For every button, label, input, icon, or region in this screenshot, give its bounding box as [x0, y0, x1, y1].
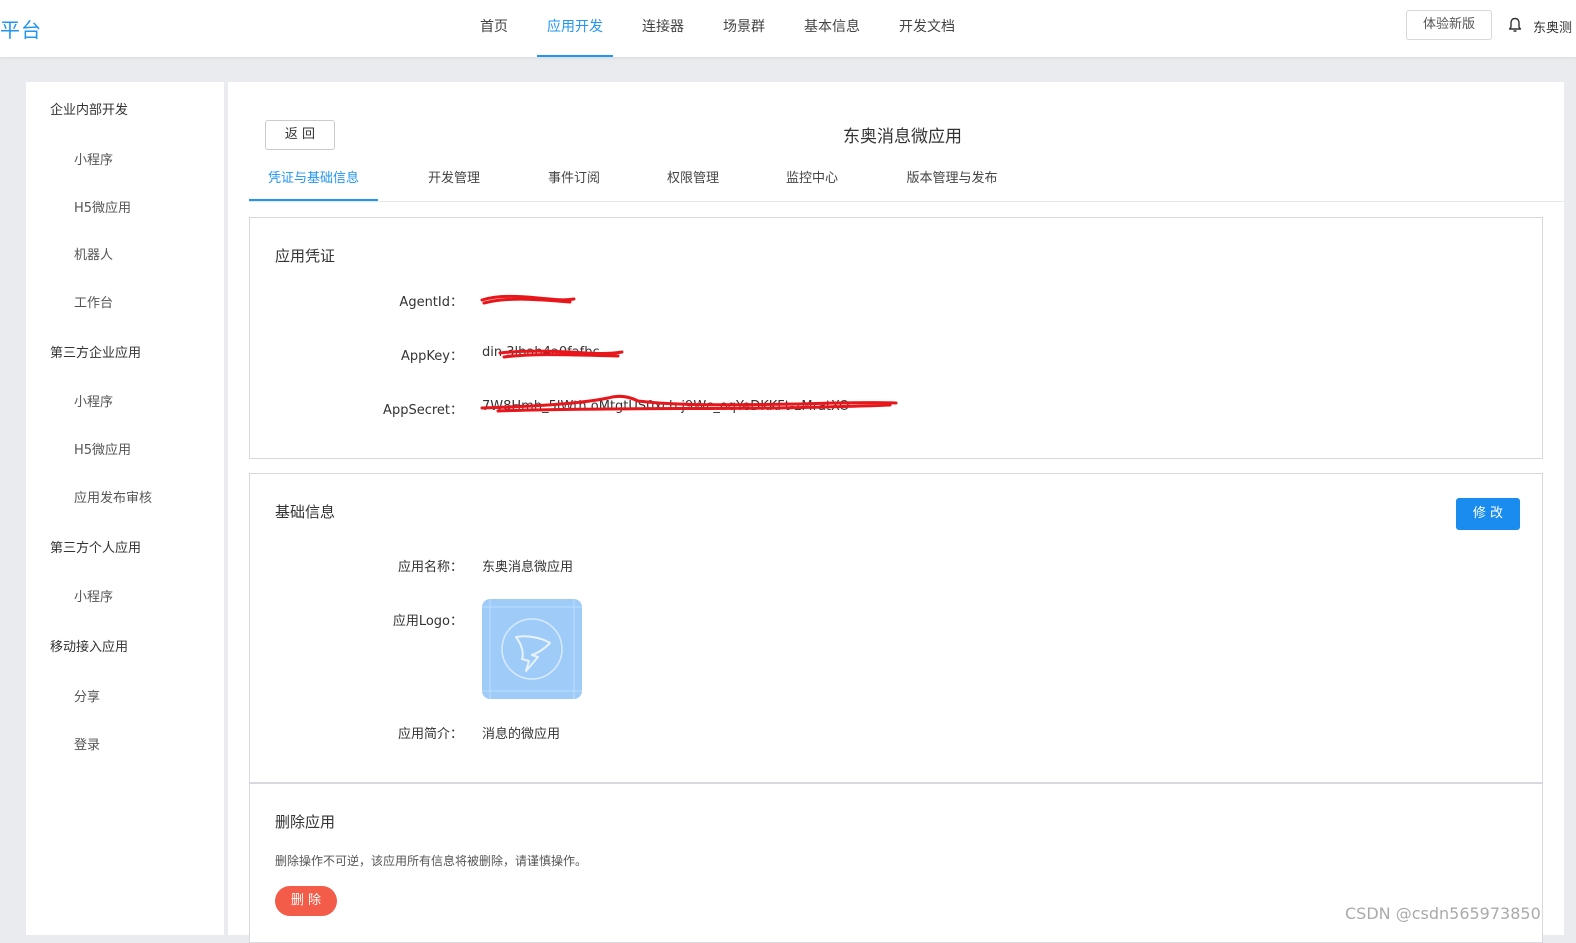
redaction-scribble	[498, 349, 624, 359]
agentid-label: AgentId：	[399, 295, 463, 310]
tab-version-release[interactable]: 版本管理与发布	[896, 168, 1008, 201]
sidebar-item-robot[interactable]: 机器人	[74, 244, 113, 263]
sidebar-item-h5-app[interactable]: H5微应用	[74, 439, 131, 458]
sidebar: 企业内部开发 小程序 H5微应用 机器人 工作台 第三方企业应用 小程序 H5微…	[26, 82, 224, 935]
redaction-scribble	[480, 394, 898, 413]
top-nav: 首页 应用开发 连接器 场景群 基本信息 开发文档	[470, 0, 984, 57]
sidebar-item-login[interactable]: 登录	[74, 734, 100, 753]
app-logo-label: 应用Logo：	[392, 614, 463, 629]
tab-credentials[interactable]: 凭证与基础信息	[249, 168, 378, 201]
sidebar-group-third-party-personal: 第三方个人应用	[50, 541, 142, 556]
sidebar-item-release-review[interactable]: 应用发布审核	[74, 487, 152, 506]
user-name[interactable]: 东奥测	[1533, 17, 1572, 36]
top-bar: 平台 首页 应用开发 连接器 场景群 基本信息 开发文档 体验新版 东奥测	[0, 0, 1576, 57]
redaction-scribble	[480, 294, 576, 305]
tab-bar: 凭证与基础信息 开发管理 事件订阅 权限管理 监控中心 版本管理与发布	[249, 168, 1564, 202]
nav-item-home[interactable]: 首页	[470, 0, 518, 57]
tab-event-subscription[interactable]: 事件订阅	[538, 168, 610, 201]
sidebar-item-mini-program[interactable]: 小程序	[74, 586, 113, 605]
delete-app-title: 删除应用	[275, 813, 336, 831]
page-title: 东奥消息微应用	[843, 127, 962, 147]
delete-button[interactable]: 删 除	[275, 886, 337, 916]
app-name-label: 应用名称：	[397, 560, 463, 575]
watermark: CSDN @csdn565973850	[1345, 904, 1541, 923]
main-panel: 返 回 东奥消息微应用 凭证与基础信息 开发管理 事件订阅 权限管理 监控中心 …	[228, 82, 1564, 943]
tab-permissions[interactable]: 权限管理	[657, 168, 729, 201]
basic-info-title: 基础信息	[275, 503, 336, 521]
sidebar-item-mini-program[interactable]: 小程序	[74, 391, 113, 410]
app-desc-value: 消息的微应用	[482, 727, 561, 742]
appkey-label: AppKey：	[401, 349, 463, 364]
sidebar-group-internal: 企业内部开发	[50, 103, 129, 118]
sidebar-group-mobile-access: 移动接入应用	[50, 640, 129, 655]
back-button[interactable]: 返 回	[265, 120, 335, 150]
sidebar-item-share[interactable]: 分享	[74, 686, 100, 705]
appsecret-label: AppSecret：	[383, 403, 463, 418]
bell-icon[interactable]	[1508, 17, 1522, 33]
nav-item-scene-groups[interactable]: 场景群	[713, 0, 775, 57]
sidebar-item-h5-app[interactable]: H5微应用	[74, 197, 131, 216]
delete-warning-text: 删除操作不可逆，该应用所有信息将被删除，请谨慎操作。	[275, 854, 588, 868]
try-new-version-button[interactable]: 体验新版	[1406, 10, 1492, 40]
nav-item-basic-info[interactable]: 基本信息	[794, 0, 870, 57]
dingtalk-logo-icon[interactable]	[482, 599, 582, 699]
sidebar-item-workbench[interactable]: 工作台	[74, 292, 113, 311]
basic-info-card: 基础信息 修 改 应用名称： 东奥消息微应用 应用Logo： 应用简介： 消息的…	[249, 473, 1543, 783]
tab-dev-management[interactable]: 开发管理	[418, 168, 490, 201]
nav-item-connectors[interactable]: 连接器	[632, 0, 694, 57]
app-desc-label: 应用简介：	[397, 727, 463, 742]
nav-item-dev-docs[interactable]: 开发文档	[889, 0, 965, 57]
credentials-card: 应用凭证 AgentId： AppKey： din 3lbab4a0fafbc …	[249, 217, 1543, 459]
sidebar-item-mini-program[interactable]: 小程序	[74, 149, 113, 168]
tab-monitoring[interactable]: 监控中心	[776, 168, 848, 201]
sidebar-group-third-party-enterprise: 第三方企业应用	[50, 346, 142, 361]
brand-logo[interactable]: 平台	[0, 14, 42, 43]
nav-item-app-dev[interactable]: 应用开发	[537, 0, 613, 57]
edit-button[interactable]: 修 改	[1456, 498, 1520, 530]
credentials-title: 应用凭证	[275, 247, 336, 265]
app-name-value: 东奥消息微应用	[482, 560, 574, 575]
